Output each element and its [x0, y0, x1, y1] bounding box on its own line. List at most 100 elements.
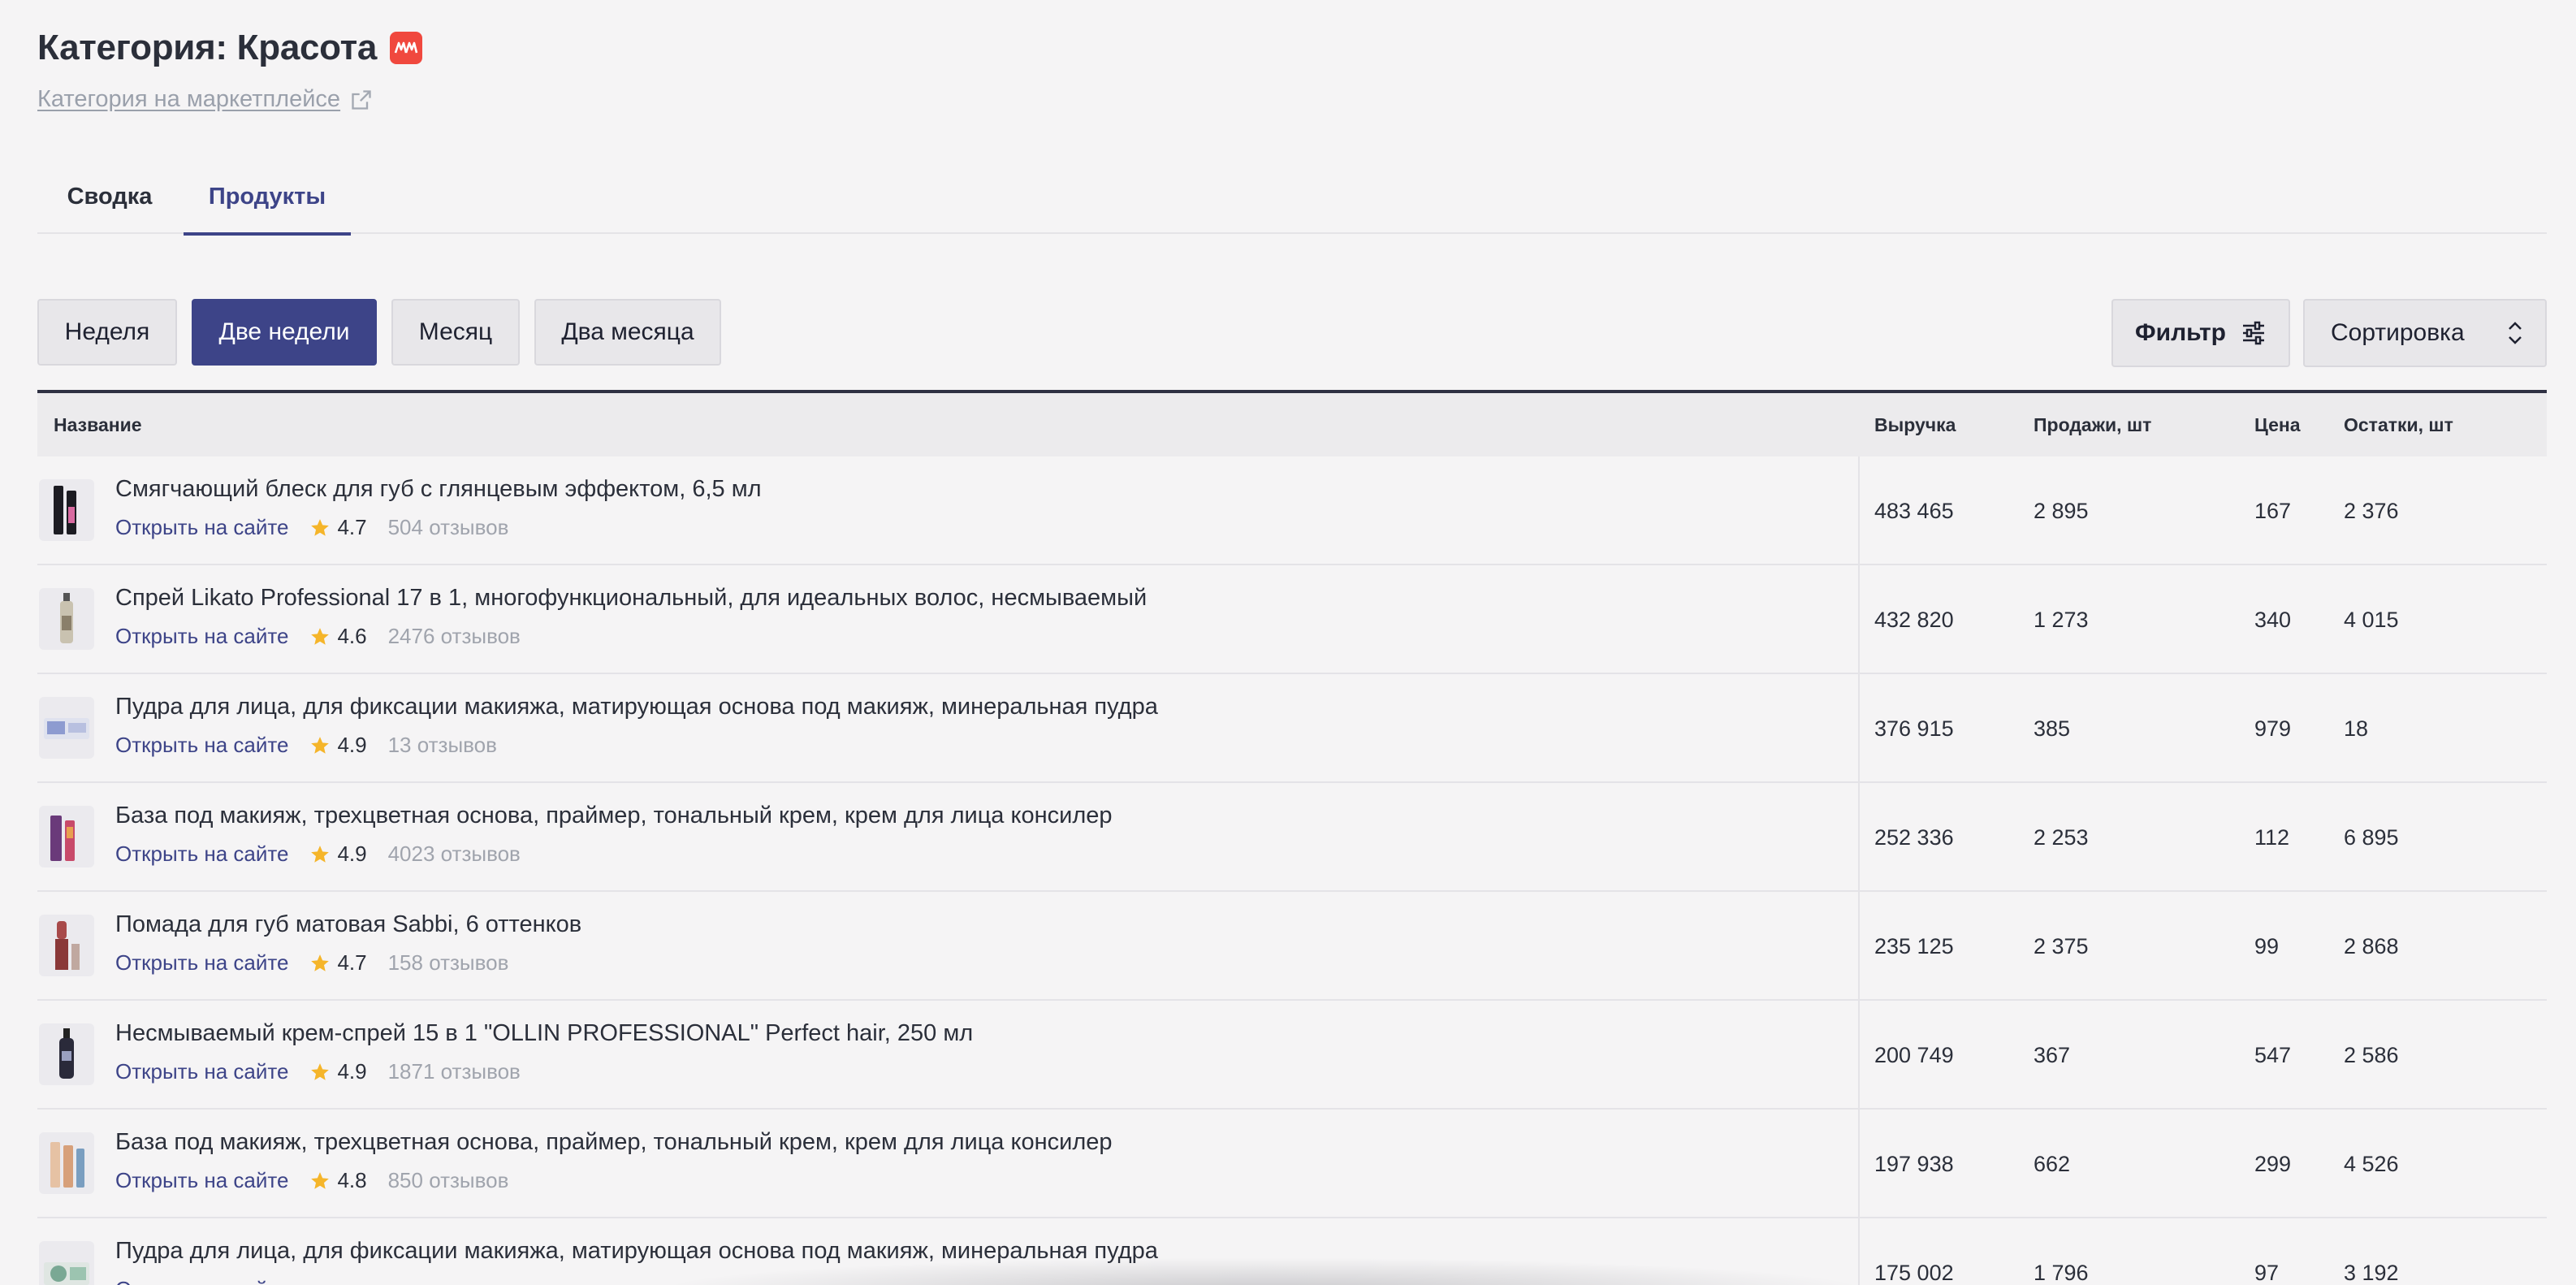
cell-stock: 2 376 — [2344, 498, 2399, 523]
cell-revenue: 376 915 — [1874, 716, 1954, 741]
cell-price: 340 — [2254, 607, 2292, 632]
product-thumbnail-lip-gloss[interactable] — [39, 479, 94, 541]
table-row[interactable]: Пудра для лица, для фиксации макияжа, ма… — [37, 1218, 2547, 1285]
cell-price: 299 — [2254, 1151, 2292, 1176]
tab-summary[interactable]: Сводка — [37, 159, 182, 234]
cell-price: 112 — [2254, 824, 2290, 850]
product-thumbnail-spray-bottle[interactable] — [39, 588, 94, 650]
cell-sales: 385 — [2034, 716, 2071, 741]
period-two-months-button[interactable]: Два месяца — [534, 299, 721, 366]
star-icon — [311, 845, 330, 863]
product-rating: 4.9 — [337, 1059, 367, 1084]
megamarket-logo-icon — [390, 32, 423, 64]
cell-revenue: 200 749 — [1874, 1042, 1954, 1067]
filter-button[interactable]: Фильтр — [2111, 299, 2290, 367]
cell-price: 979 — [2254, 716, 2292, 741]
product-rating: 4.7 — [337, 515, 367, 539]
period-two-weeks-button[interactable]: Две недели — [192, 299, 377, 366]
cell-revenue: 197 938 — [1874, 1151, 1954, 1176]
product-meta: Открыть на сайте 4.9 13 отзывов — [115, 733, 497, 758]
product-reviews: 13 отзывов — [387, 733, 497, 757]
product-name: Спрей Likato Professional 17 в 1, многоф… — [115, 585, 1148, 611]
page-title: Категория: Красота — [37, 28, 378, 67]
cell-sales: 1 273 — [2034, 607, 2089, 632]
open-on-site-link[interactable]: Открыть на сайте — [115, 1277, 288, 1285]
table-header: Название Выручка Продажи, шт Цена Остатк… — [37, 393, 2547, 456]
period-selector: Неделя Две недели Месяц Два месяца — [37, 299, 736, 366]
cell-sales: 1 796 — [2034, 1260, 2089, 1285]
star-icon — [311, 954, 330, 971]
table-row[interactable]: База под макияж, трехцветная основа, пра… — [37, 783, 2547, 892]
tabs: Сводка Продукты — [37, 159, 2547, 236]
column-header-stock[interactable]: Остатки, шт — [2344, 393, 2453, 456]
product-thumbnail-primer-bottles[interactable] — [39, 806, 94, 867]
product-reviews: 850 отзывов — [387, 1168, 509, 1192]
cell-sales: 2 895 — [2034, 498, 2089, 523]
cell-sales: 662 — [2034, 1151, 2071, 1176]
product-name: Помада для губ матовая Sabbi, 6 оттенков — [115, 911, 582, 937]
open-on-site-link[interactable]: Открыть на сайте — [115, 842, 288, 867]
table-body: Смягчающий блеск для губ с глянцевым эфф… — [37, 456, 2547, 1285]
sliders-icon — [2242, 321, 2264, 345]
product-meta: Открыть на сайте 4.6 2476 отзывов — [115, 624, 521, 649]
star-icon — [311, 627, 330, 645]
product-name: Пудра для лица, для фиксации макияжа, ма… — [115, 1238, 1158, 1264]
table-row[interactable]: База под макияж, трехцветная основа, пра… — [37, 1110, 2547, 1218]
cell-price: 547 — [2254, 1042, 2292, 1067]
product-name: Несмываемый крем-спрей 15 в 1 "OLLIN PRO… — [115, 1020, 974, 1046]
external-link-icon — [352, 89, 371, 110]
open-on-site-link[interactable]: Открыть на сайте — [115, 515, 288, 540]
star-icon — [311, 1062, 330, 1080]
period-month-button[interactable]: Месяц — [391, 299, 520, 366]
product-rating: 4.8 — [337, 1168, 367, 1192]
cell-price: 99 — [2254, 933, 2280, 958]
product-reviews: 158 отзывов — [387, 950, 509, 975]
marketplace-link[interactable]: Категория на маркетплейсе — [37, 86, 373, 113]
table-row[interactable]: Помада для губ матовая Sabbi, 6 оттенков… — [37, 892, 2547, 1001]
chevron-up-down-icon — [2509, 322, 2522, 344]
product-name: База под макияж, трехцветная основа, пра… — [115, 1129, 1113, 1155]
cell-stock: 3 192 — [2344, 1260, 2399, 1285]
product-rating: 4.9 — [337, 733, 367, 757]
product-thumbnail-dark-spray[interactable] — [39, 1023, 94, 1085]
open-on-site-link[interactable]: Открыть на сайте — [115, 950, 288, 976]
product-reviews: 504 отзывов — [387, 515, 509, 539]
product-thumbnail-primer-tubes[interactable] — [39, 1132, 94, 1194]
column-header-price[interactable]: Цена — [2254, 393, 2301, 456]
period-week-button[interactable]: Неделя — [37, 299, 177, 366]
product-thumbnail-lipstick[interactable] — [39, 915, 94, 976]
cell-revenue: 252 336 — [1874, 824, 1954, 850]
table-row[interactable]: Смягчающий блеск для губ с глянцевым эфф… — [37, 456, 2547, 565]
sort-select[interactable]: Сортировка — [2303, 299, 2547, 367]
product-meta: Открыть на сайте 4.7 504 отзывов — [115, 515, 508, 540]
cell-price: 97 — [2254, 1260, 2280, 1285]
star-icon — [311, 518, 330, 536]
cell-revenue: 432 820 — [1874, 607, 1954, 632]
product-reviews: 1871 отзывов — [387, 1059, 521, 1084]
column-header-sales[interactable]: Продажи, шт — [2034, 393, 2151, 456]
product-rating: 4.9 — [337, 842, 367, 866]
product-meta: Открыть на сайте — [115, 1277, 358, 1285]
product-meta: Открыть на сайте 4.8 850 отзывов — [115, 1168, 508, 1193]
open-on-site-link[interactable]: Открыть на сайте — [115, 733, 288, 758]
cell-revenue: 235 125 — [1874, 933, 1954, 958]
table-row[interactable]: Несмываемый крем-спрей 15 в 1 "OLLIN PRO… — [37, 1001, 2547, 1110]
cell-stock: 2 868 — [2344, 933, 2399, 958]
column-header-name[interactable]: Название — [54, 393, 142, 456]
open-on-site-link[interactable]: Открыть на сайте — [115, 1168, 288, 1193]
column-header-revenue[interactable]: Выручка — [1874, 393, 1956, 456]
product-thumbnail-powder-box[interactable] — [39, 697, 94, 759]
cell-stock: 18 — [2344, 716, 2369, 741]
filter-button-label: Фильтр — [2135, 319, 2226, 346]
marketplace-link-label: Категория на маркетплейсе — [37, 86, 341, 112]
open-on-site-link[interactable]: Открыть на сайте — [115, 1059, 288, 1084]
tab-products[interactable]: Продукты — [184, 159, 351, 236]
cell-stock: 6 895 — [2344, 824, 2399, 850]
cell-stock: 4 526 — [2344, 1151, 2399, 1176]
product-thumbnail-powder-box-green[interactable] — [39, 1241, 94, 1285]
cell-stock: 4 015 — [2344, 607, 2399, 632]
open-on-site-link[interactable]: Открыть на сайте — [115, 624, 288, 649]
table-row[interactable]: Спрей Likato Professional 17 в 1, многоф… — [37, 565, 2547, 674]
table-row[interactable]: Пудра для лица, для фиксации макияжа, ма… — [37, 674, 2547, 783]
table-controls: Фильтр Сортировка — [2111, 299, 2547, 367]
